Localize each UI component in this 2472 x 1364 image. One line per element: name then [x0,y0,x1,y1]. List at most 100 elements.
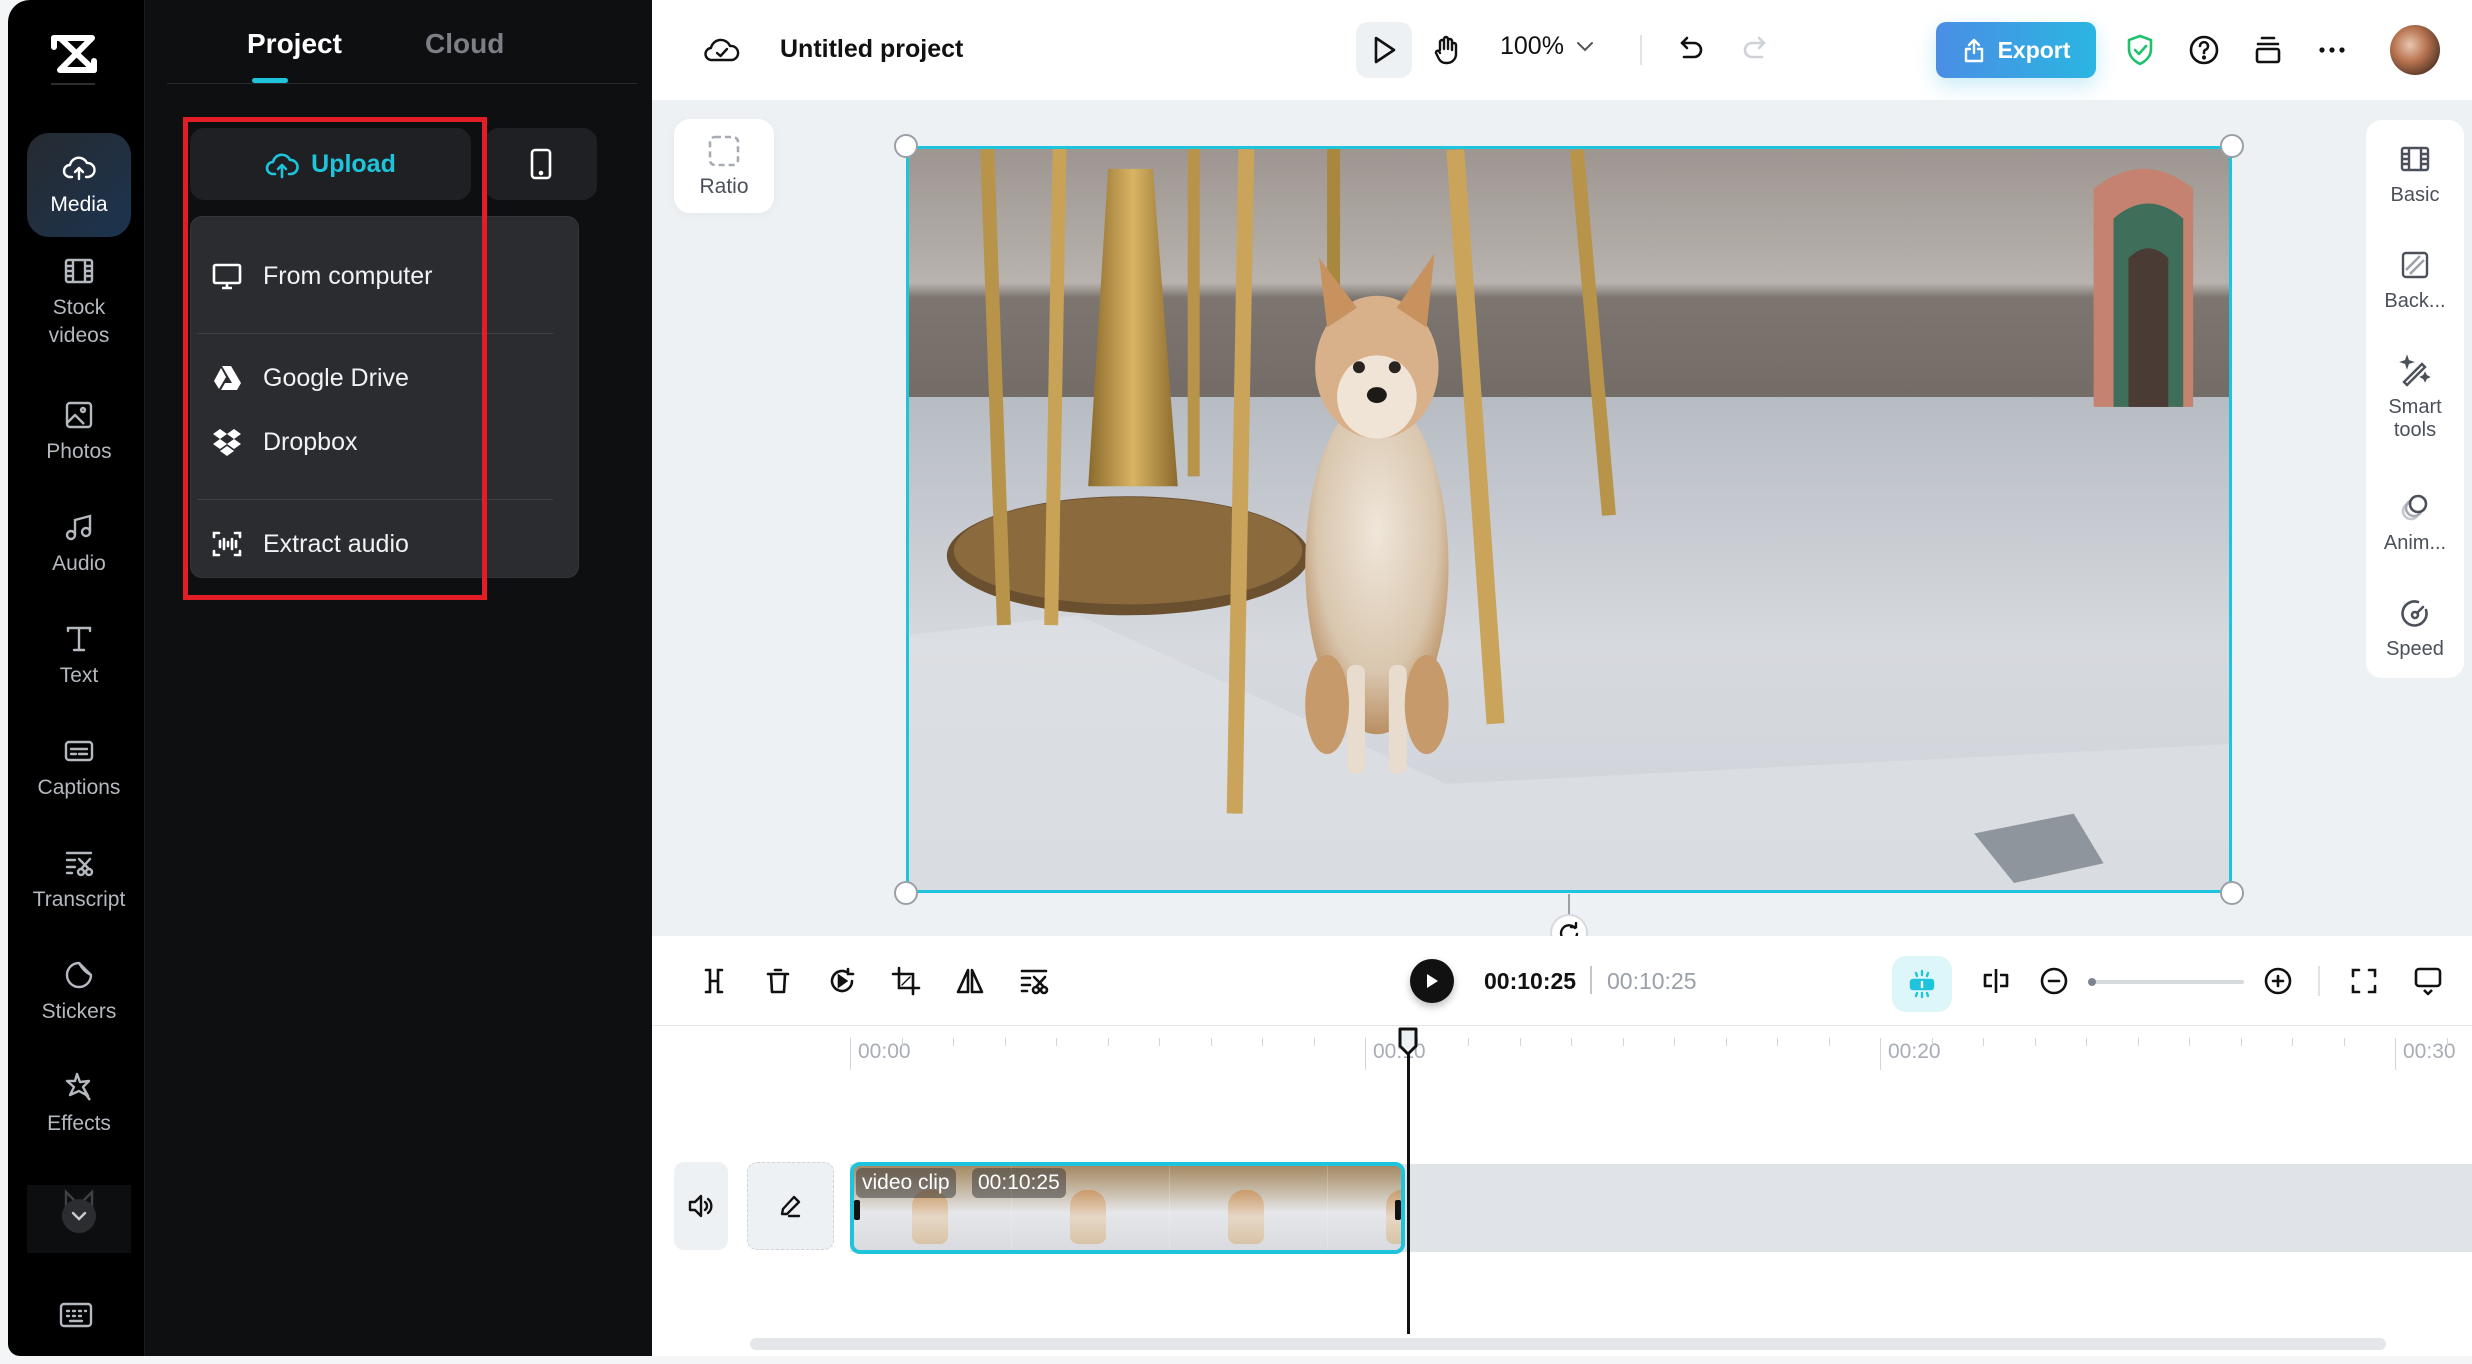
tool-label: Speed [2386,638,2444,660]
playhead-handle[interactable] [1397,1026,1419,1056]
timeline-tracks: video clip 00:10:25 [652,1096,2472,1356]
upload-from-phone-button[interactable] [485,128,597,200]
zoom-out-icon [2040,967,2068,995]
google-drive-icon [214,366,241,390]
replay-icon [830,967,855,993]
total-duration: 00:10:25 [1607,968,1697,994]
undo-button[interactable] [1664,22,1720,78]
video-clip[interactable]: video clip 00:10:25 [850,1162,1405,1254]
menu-divider [197,333,553,334]
effects-star-icon [65,1072,91,1101]
cloud-upload-icon [265,153,299,179]
menu-item-label: Dropbox [263,427,358,456]
keyboard-icon[interactable] [58,1300,94,1330]
resize-handle-bottom-left[interactable] [894,881,918,905]
clip-duration-label: 00:10:25 [972,1168,1066,1198]
menu-item-label: From computer [263,261,433,290]
rail-item-label: Stock videos [48,295,110,347]
ruler-minor-tick [1571,1038,1572,1046]
video-frame-image [909,149,2229,890]
resize-handle-top-left[interactable] [894,134,918,158]
tool-speed[interactable]: Speed [2366,596,2464,661]
layers-menu-button[interactable] [2240,22,2296,78]
timeline-ruler[interactable]: 00:00 00:10 00:20 00:30 [652,1026,2472,1096]
ruler-label: 00:00 [858,1040,911,1063]
ruler-minor-tick [1519,1038,1521,1046]
security-shield-button[interactable] [2112,22,2168,78]
zoom-level-select[interactable]: 100% [1500,32,1594,61]
crop-icon [891,966,921,996]
split-align-icon [1983,969,2009,993]
timeline-zoom-slider[interactable] [2088,978,2244,986]
tab-cloud[interactable]: Cloud [425,28,504,60]
rail-item-effects[interactable]: Effects [27,1052,131,1156]
timeline-zoom-slider-knob[interactable] [2088,978,2096,986]
ruler-major-tick [1365,1038,1366,1070]
zoom-in-button[interactable] [2256,959,2300,1003]
clip-trim-handle-right[interactable] [1395,1200,1401,1220]
rail-item-stock-videos[interactable]: Stock videos [27,250,131,354]
play-button[interactable] [1410,959,1454,1003]
flip-button[interactable] [948,959,992,1003]
rail-item-captions[interactable]: Captions [27,716,131,820]
ruler-minor-tick [1674,1038,1675,1046]
rail-item-transcript[interactable]: Transcript [27,828,131,932]
clip-thumbnail [1170,1166,1328,1250]
auto-snap-toggle[interactable] [1892,956,1952,1012]
timeline-horizontal-scrollbar[interactable] [750,1338,2386,1350]
cloud-saved-icon[interactable] [704,32,740,68]
hand-tool-button[interactable] [1418,22,1474,78]
video-preview[interactable] [906,146,2232,893]
tool-background[interactable]: Back... [2366,248,2464,313]
menu-item-from-computer[interactable]: From computer [211,251,432,301]
more-options-button[interactable] [2304,22,2360,78]
menu-item-google-drive[interactable]: Google Drive [211,353,409,403]
comment-button[interactable] [2406,959,2450,1003]
menu-item-extract-audio[interactable]: Extract audio [211,519,409,569]
menu-item-label: Extract audio [263,529,409,558]
zoom-level-value: 100% [1500,32,1564,60]
tool-smart-tools[interactable]: Smart tools [2366,354,2464,442]
ruler-label: 00:30 [2403,1040,2456,1063]
track-edit-button[interactable] [747,1162,834,1250]
rail-item-text[interactable]: Text [27,604,131,708]
split-view-button[interactable] [1974,959,2018,1003]
flip-icon [956,968,984,994]
crop-button[interactable] [884,959,928,1003]
split-button[interactable] [692,959,736,1003]
redo-button[interactable] [1726,22,1782,78]
rail-item-media[interactable]: Media [27,133,131,237]
zoom-out-button[interactable] [2032,959,2076,1003]
music-note-icon [65,514,92,541]
select-tool-button[interactable] [1356,22,1412,78]
track-mute-button[interactable] [674,1162,728,1250]
ruler-minor-tick [1107,1038,1109,1046]
ratio-button[interactable]: Ratio [674,119,774,213]
project-title[interactable]: Untitled project [780,35,963,64]
tool-animation[interactable]: Anim... [2366,490,2464,555]
tool-basic[interactable]: Basic [2366,142,2464,207]
trash-icon [766,968,790,994]
upload-button[interactable]: Upload [190,128,471,200]
menu-item-dropbox[interactable]: Dropbox [211,417,358,467]
user-avatar[interactable] [2390,25,2440,75]
tab-project[interactable]: Project [247,28,342,60]
hand-icon [1434,35,1458,65]
rail-item-stickers[interactable]: Stickers [27,940,131,1044]
rail-item-label: Stickers [41,999,117,1023]
help-button[interactable] [2176,22,2232,78]
clip-trim-handle-left[interactable] [854,1200,860,1220]
export-button[interactable]: Export [1936,22,2096,78]
ruler-major-tick [2395,1038,2396,1070]
resize-handle-top-right[interactable] [2220,134,2244,158]
reverse-button[interactable] [820,959,864,1003]
magnet-snap-icon [1909,969,1935,999]
rail-item-photos[interactable]: Photos [27,380,131,484]
ruler-minor-tick [2446,1038,2448,1046]
delete-button[interactable] [756,959,800,1003]
resize-handle-bottom-right[interactable] [2220,881,2244,905]
rail-item-audio[interactable]: Audio [27,492,131,596]
fit-timeline-button[interactable] [2342,959,2386,1003]
rail-scroll-down-button[interactable] [62,1199,96,1233]
transcript-edit-button[interactable] [1012,959,1056,1003]
